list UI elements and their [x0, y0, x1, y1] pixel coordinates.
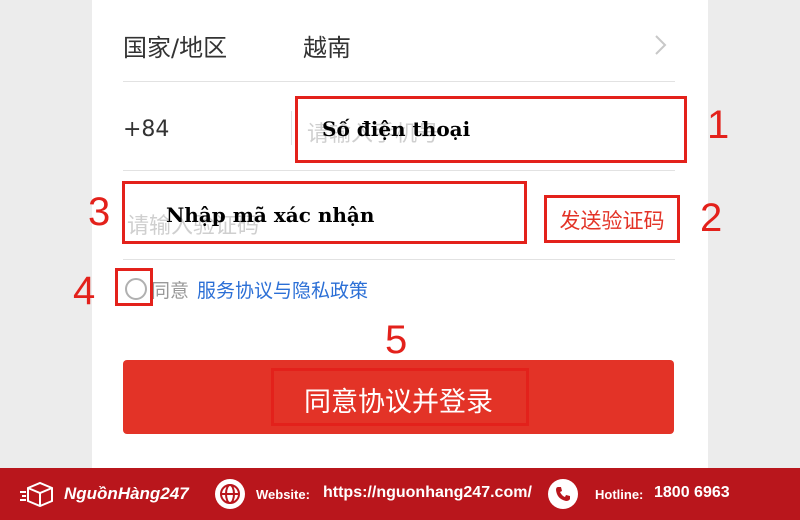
- country-value: 越南: [303, 34, 351, 62]
- footer-bar: NguồnHàng247 Website: https://nguonhang2…: [0, 468, 800, 520]
- globe-icon: [215, 479, 245, 509]
- brand-name: NguồnHàng247: [64, 484, 189, 503]
- annotation-box-radio: [115, 268, 153, 306]
- marker-3: 3: [88, 190, 111, 234]
- country-row[interactable]: 国家/地区 越南: [123, 10, 675, 82]
- marker-4: 4: [73, 269, 96, 313]
- marker-1: 1: [707, 103, 730, 147]
- chevron-right-icon: [655, 35, 667, 55]
- code-overlay-text: Nhập mã xác nhận: [166, 203, 375, 227]
- brand-box-icon: [20, 481, 53, 507]
- agree-text: 同意: [151, 279, 190, 302]
- hotline-label: Hotline:: [595, 487, 644, 502]
- marker-2: 2: [700, 196, 723, 240]
- phone-prefix[interactable]: +84: [123, 117, 169, 142]
- country-label: 国家/地区: [123, 34, 228, 62]
- phone-overlay-text: Số điện thoại: [322, 117, 471, 141]
- policy-link[interactable]: 服务协议与隐私政策: [197, 276, 368, 303]
- annotation-box-send-code: [544, 195, 680, 243]
- website-label: Website:: [256, 487, 310, 502]
- consent-row: 同意 服务协议与隐私政策: [123, 274, 368, 304]
- website-url[interactable]: https://nguonhang247.com/: [323, 484, 532, 502]
- divider: [291, 111, 292, 145]
- marker-5: 5: [385, 318, 408, 362]
- hotline-number[interactable]: 1800 6963: [654, 484, 730, 502]
- annotation-box-login: [271, 368, 529, 426]
- phone-icon: [548, 479, 578, 509]
